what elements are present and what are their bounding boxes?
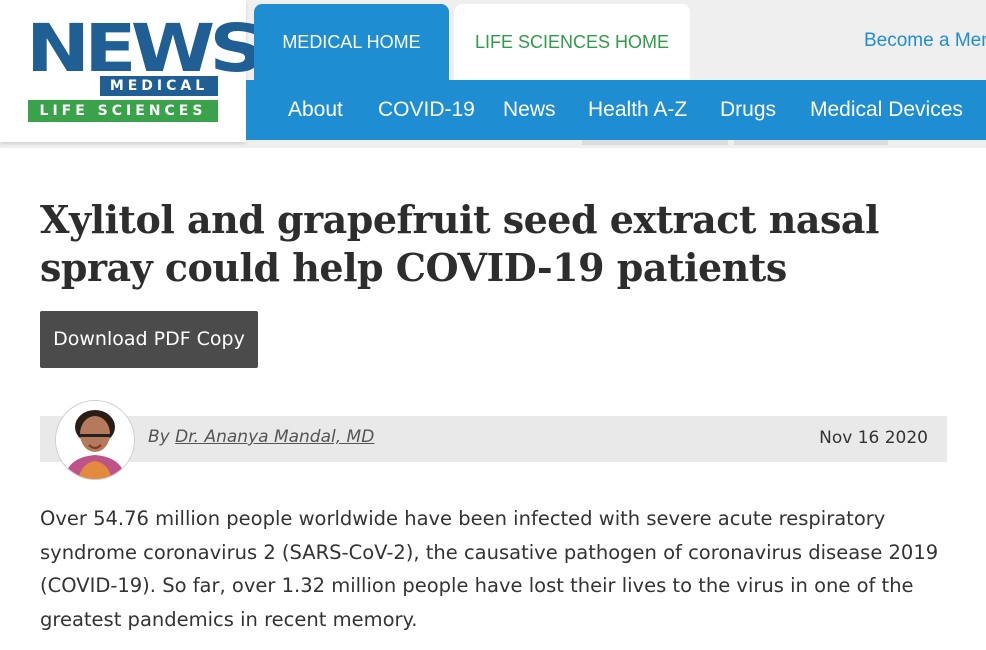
author-link[interactable]: Dr. Ananya Mandal, MD	[175, 427, 374, 447]
publish-date: Nov 16 2020	[819, 428, 928, 448]
article-body-paragraph: Over 54.76 million people worldwide have…	[40, 507, 939, 631]
tab-life-sciences-home[interactable]: LIFE SCIENCES HOME	[454, 4, 690, 80]
site-header: NEWS MEDICAL LIFE SCIENCES MEDICAL HOME …	[0, 0, 986, 148]
nav-item-about[interactable]: About	[288, 80, 343, 140]
author-avatar[interactable]	[55, 400, 135, 480]
nav-dropdown-shadow	[734, 140, 888, 145]
logo-medical-text: MEDICAL	[100, 76, 218, 96]
logo-news-text: NEWS	[26, 10, 265, 87]
site-logo[interactable]: NEWS MEDICAL LIFE SCIENCES	[0, 0, 265, 142]
nav-item-medical-devices[interactable]: Medical Devices	[810, 80, 963, 140]
become-member-link[interactable]: Become a Mem	[864, 30, 986, 52]
byline: By Dr. Ananya Mandal, MD	[148, 427, 374, 447]
nav-item-drugs[interactable]: Drugs	[720, 80, 776, 140]
article-title: Xylitol and grapefruit seed extract nasa…	[40, 197, 879, 290]
by-prefix: By	[148, 427, 176, 447]
tab-medical-home[interactable]: MEDICAL HOME	[254, 4, 449, 80]
logo-life-sciences-text: LIFE SCIENCES	[28, 100, 218, 122]
nav-item-news[interactable]: News	[503, 80, 556, 140]
nav-dropdown-shadow	[582, 140, 728, 145]
download-pdf-button[interactable]: Download PDF Copy	[40, 311, 258, 368]
nav-item-covid-19[interactable]: COVID-19	[378, 80, 475, 140]
nav-item-health-a-z[interactable]: Health A-Z	[588, 80, 687, 140]
author-photo	[56, 401, 134, 479]
main-nav: About COVID-19 News Health A-Z Drugs Med…	[246, 80, 986, 140]
